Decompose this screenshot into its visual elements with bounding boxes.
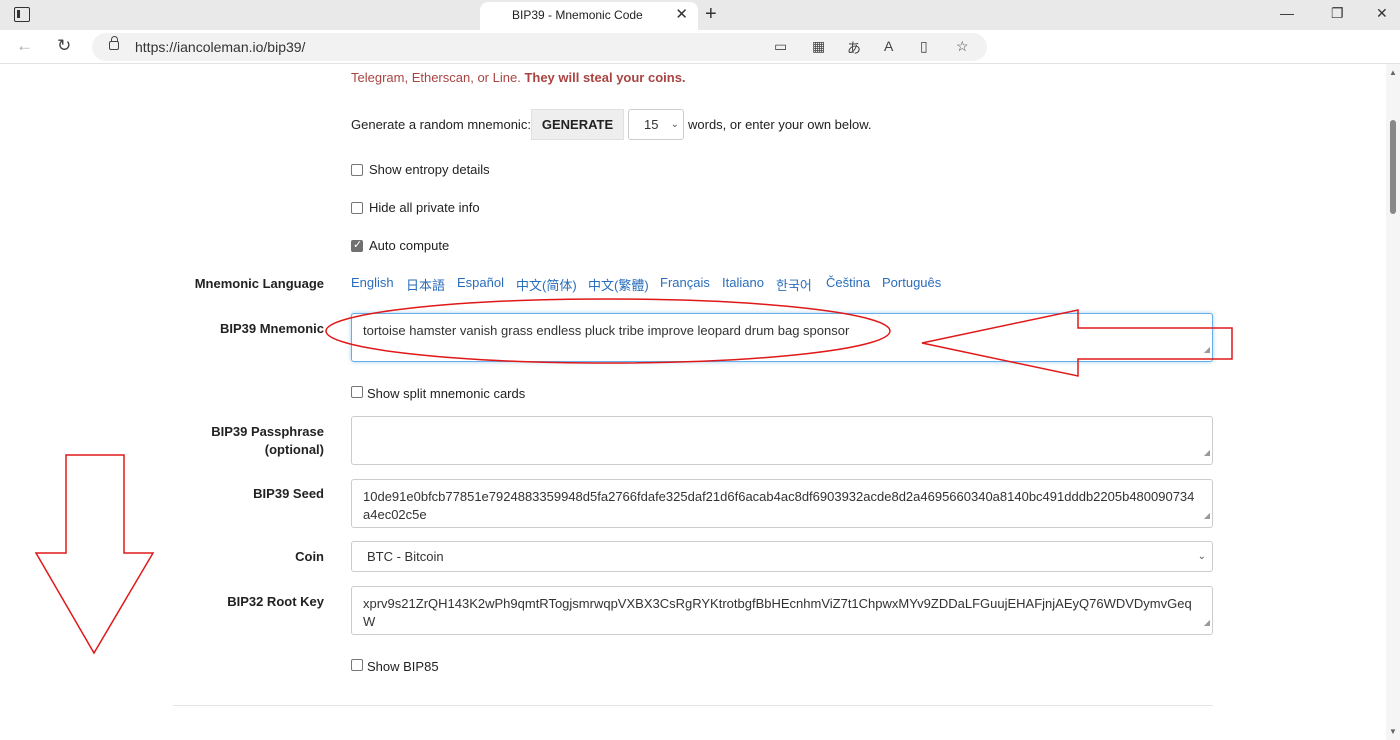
resize-handle-icon[interactable]: ◢ xyxy=(1204,341,1210,359)
lang-spanish[interactable]: Español xyxy=(457,275,504,290)
bip39-seed-label: BIP39 Seed xyxy=(253,486,324,501)
lang-english[interactable]: English xyxy=(351,275,394,290)
page-content: ​ Telegram, Etherscan, or Line. They wil… xyxy=(0,64,1386,740)
lang-portuguese[interactable]: Português xyxy=(882,275,941,290)
generate-suffix: words, or enter your own below. xyxy=(688,117,872,132)
show-bip85-checkbox[interactable] xyxy=(351,659,363,671)
auto-compute-label: Auto compute xyxy=(369,238,450,253)
bip39-mnemonic-field[interactable]: tortoise hamster vanish grass endless pl… xyxy=(351,313,1213,362)
translate-icon[interactable]: あ xyxy=(847,38,861,58)
bip39-seed-field[interactable]: 10de91e0bfcb77851e7924883359948d5fa2766f… xyxy=(351,479,1213,528)
refresh-icon[interactable]: ↻ xyxy=(57,36,71,56)
bip32-root-key-label: BIP32 Root Key xyxy=(227,594,324,609)
auto-compute-checkbox[interactable] xyxy=(351,238,363,252)
favorite-star-icon[interactable]: ☆ xyxy=(956,38,969,55)
root-key-value: xprv9s21ZrQH143K2wPh9qmtRTogjsmrwqpVXBX3… xyxy=(363,596,1192,629)
lang-italian[interactable]: Italiano xyxy=(722,275,764,290)
chevron-down-icon: ⌄ xyxy=(1197,551,1206,562)
close-icon[interactable]: ✕ xyxy=(675,2,688,28)
seed-value: 10de91e0bfcb77851e7924883359948d5fa2766f… xyxy=(363,489,1195,522)
lang-french[interactable]: Français xyxy=(660,275,710,290)
show-split-cards-label: Show split mnemonic cards xyxy=(367,386,526,401)
section-divider xyxy=(173,705,1213,706)
word-count-value: 15 xyxy=(644,117,659,132)
scroll-thumb[interactable] xyxy=(1390,120,1396,214)
resize-handle-icon[interactable]: ◢ xyxy=(1204,444,1210,462)
lock-icon[interactable] xyxy=(109,36,119,50)
minimize-icon[interactable]: — xyxy=(1280,5,1294,21)
lang-chinese-traditional[interactable]: 中文(繁體) xyxy=(588,275,649,294)
maximize-icon[interactable]: ❐ xyxy=(1331,5,1344,22)
coin-label: Coin xyxy=(295,549,324,564)
cast-icon[interactable]: ▭ xyxy=(774,38,787,55)
warning-text: Telegram, Etherscan, or Line. They will … xyxy=(351,70,686,85)
lang-czech[interactable]: Čeština xyxy=(826,275,870,290)
show-split-cards-checkbox[interactable] xyxy=(351,386,363,398)
url-field[interactable]: https://iancoleman.io/bip39/ ▭ ▦ あ A ▯ ☆ xyxy=(92,33,987,61)
tab-bar: BIP39 - Mnemonic Code ✕ + — ❐ ✕ xyxy=(0,0,1400,30)
url-text: https://iancoleman.io/bip39/ xyxy=(135,39,306,55)
new-tab-icon[interactable]: + xyxy=(705,3,717,26)
generate-button[interactable]: GENERATE xyxy=(531,109,624,140)
show-entropy-checkbox[interactable] xyxy=(351,164,363,176)
hide-private-checkbox[interactable] xyxy=(351,202,363,214)
scroll-down-icon[interactable]: ▼ xyxy=(1389,727,1397,736)
lang-korean[interactable]: 한국어 xyxy=(776,275,812,294)
coin-value: BTC - Bitcoin xyxy=(367,549,444,564)
chevron-down-icon: ⌄ xyxy=(670,119,679,130)
back-icon[interactable]: ← xyxy=(16,36,33,56)
show-entropy-label: Show entropy details xyxy=(369,162,490,177)
bip32-root-key-field[interactable]: xprv9s21ZrQH143K2wPh9qmtRTogjsmrwqpVXBX3… xyxy=(351,586,1213,635)
lang-japanese[interactable]: 日本語 xyxy=(406,275,445,294)
read-aloud-icon[interactable]: A xyxy=(884,38,893,54)
lang-chinese-simplified[interactable]: 中文(简体) xyxy=(516,275,577,294)
tab-bip39[interactable]: BIP39 - Mnemonic Code ✕ xyxy=(480,2,698,30)
bip39-passphrase-field[interactable]: ◢ xyxy=(351,416,1213,465)
scroll-up-icon[interactable]: ▲ xyxy=(1389,68,1397,77)
tab-title: BIP39 - Mnemonic Code xyxy=(512,8,643,22)
resize-handle-icon[interactable]: ◢ xyxy=(1204,507,1210,525)
word-count-select[interactable]: 15 ⌄ xyxy=(628,109,684,140)
bip39-mnemonic-label: BIP39 Mnemonic xyxy=(219,321,324,336)
address-bar: ← ↻ https://iancoleman.io/bip39/ ▭ ▦ あ A… xyxy=(0,30,1400,64)
tab-actions-icon[interactable] xyxy=(14,7,30,22)
resize-handle-icon[interactable]: ◢ xyxy=(1204,614,1210,632)
mnemonic-language-label: Mnemonic Language xyxy=(194,276,324,291)
reader-view-icon[interactable]: ▯ xyxy=(920,38,928,55)
page-scrollbar[interactable]: ▲ ▼ xyxy=(1386,64,1400,740)
apps-icon[interactable]: ▦ xyxy=(812,38,825,55)
show-bip85-label: Show BIP85 xyxy=(367,659,439,674)
generate-prefix: Generate a random mnemonic: xyxy=(351,117,531,132)
mnemonic-value: tortoise hamster vanish grass endless pl… xyxy=(363,323,850,338)
bip39-passphrase-optional-label: (optional) xyxy=(264,442,324,457)
bip39-passphrase-label: BIP39 Passphrase xyxy=(211,424,324,439)
hide-private-label: Hide all private info xyxy=(369,200,480,215)
window-close-icon[interactable]: ✕ xyxy=(1376,5,1388,22)
coin-select[interactable]: BTC - Bitcoin ⌄ xyxy=(351,541,1213,572)
